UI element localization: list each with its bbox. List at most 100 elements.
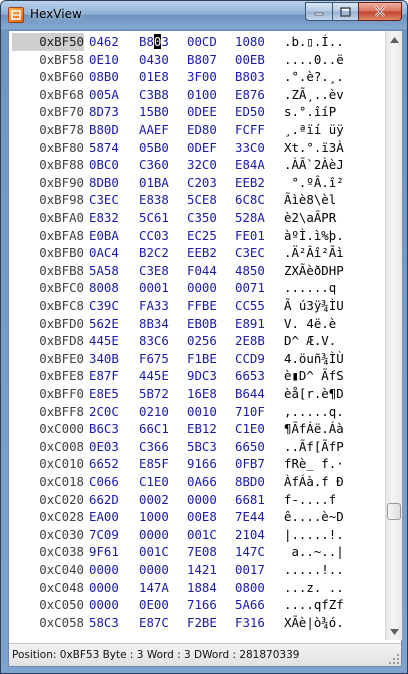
hex-row[interactable]: 0xBF60 08B0 01E8 3F00 B803 .°.è?.¸.	[9, 68, 385, 86]
hex-row[interactable]: 0xBF78 B80D AAEF ED80 FCFF ¸.ªïí üÿ	[9, 121, 385, 139]
hex-word[interactable]: C3EC	[89, 191, 119, 209]
hex-word[interactable]: C3B8	[139, 86, 169, 104]
title-bar[interactable]: HexView	[1, 1, 407, 29]
hex-word[interactable]: C366	[139, 438, 169, 456]
hex-word[interactable]: 1080	[235, 33, 265, 51]
hex-row[interactable]: 0xC058 58C3 E87C F2BE F316 XÃè|ò¾ó.	[9, 614, 385, 632]
hex-word[interactable]: 710F	[235, 403, 265, 421]
hex-word[interactable]: 7E08	[187, 543, 217, 561]
hex-word[interactable]: B644	[235, 385, 265, 403]
hex-row[interactable]: 0xC008 0E03 C366 5BC3 6650 ..Ãf[ÃfP	[9, 438, 385, 456]
hex-word[interactable]: CC03	[139, 227, 169, 245]
row-ascii[interactable]: Xt.°.ï3À	[284, 139, 344, 157]
row-ascii[interactable]: .°.è?.¸.	[284, 68, 344, 86]
hex-word[interactable]: 9F61	[89, 543, 119, 561]
hex-word[interactable]: C203	[187, 174, 217, 192]
hex-row[interactable]: 0xBFC0 8008 0001 0000 0071 ......q	[9, 279, 385, 297]
hex-word[interactable]: 33C0	[235, 139, 265, 157]
hex-row[interactable]: 0xBFA0 E832 5C61 C350 528A è2\aÃPR	[9, 209, 385, 227]
hex-row[interactable]: 0xBFF8 2C0C 0210 0010 710F ,.....q.	[9, 403, 385, 421]
row-ascii[interactable]: ....qfZf	[284, 596, 344, 614]
hex-word[interactable]: 0000	[89, 596, 119, 614]
hex-word[interactable]: 0E03	[89, 438, 119, 456]
hex-word[interactable]: 0800	[235, 579, 265, 597]
hex-word[interactable]: 340B	[89, 350, 119, 368]
hex-row[interactable]: 0xBF90 8DB0 01BA C203 EEB2 °.ºÂ.î²	[9, 174, 385, 192]
row-ascii[interactable]: D^ Æ.V.	[284, 332, 336, 350]
row-ascii[interactable]: a..~..|	[284, 543, 343, 561]
hex-word[interactable]: ED80	[187, 121, 217, 139]
hex-word[interactable]: 1884	[187, 579, 217, 597]
hex-word[interactable]: FA33	[139, 297, 169, 315]
row-ascii[interactable]: ...z. ..	[284, 579, 344, 597]
row-ascii[interactable]: ¶ÃfÁë.Áà	[284, 420, 344, 438]
vertical-scrollbar[interactable]	[385, 31, 402, 640]
hex-word[interactable]: E838	[139, 191, 169, 209]
hex-word[interactable]: B803	[235, 68, 265, 86]
hex-word[interactable]: 0000	[89, 561, 119, 579]
hex-word[interactable]: CCD9	[235, 350, 265, 368]
hex-word[interactable]: 66C1	[139, 420, 169, 438]
hex-row[interactable]: 0xBFF0 E8E5 5B72 16E8 B644 èå[r.è¶D	[9, 385, 385, 403]
row-ascii[interactable]: ......q	[284, 279, 336, 297]
row-ascii[interactable]: ....0..ë	[284, 51, 344, 69]
hex-word[interactable]: 5874	[89, 139, 119, 157]
hex-word[interactable]: EEB2	[235, 174, 265, 192]
row-ascii[interactable]: 4.öuñ¾ÌÙ	[284, 350, 344, 368]
hex-word[interactable]: B803	[139, 33, 169, 51]
row-ascii[interactable]: f-....f	[284, 491, 344, 509]
hex-row[interactable]: 0xBFD8 445E 83C6 0256 2E8B D^ Æ.V.	[9, 332, 385, 350]
scroll-down-button[interactable]	[386, 623, 403, 640]
hex-word[interactable]: E87C	[139, 614, 169, 632]
hex-word[interactable]: 0DEF	[187, 139, 217, 157]
row-ascii[interactable]: èå[r.è¶D	[284, 385, 344, 403]
hex-word[interactable]: FFBE	[187, 297, 217, 315]
hex-row[interactable]: 0xBF98 C3EC E838 5CE8 6C8C Ãìè8\èl	[9, 191, 385, 209]
hex-word[interactable]: E876	[235, 86, 265, 104]
maximize-button[interactable]	[332, 2, 358, 21]
row-ascii[interactable]: ¸.ªïí üÿ	[284, 121, 344, 139]
row-ascii[interactable]: .....!..	[284, 561, 344, 579]
hex-word[interactable]: 0000	[89, 579, 119, 597]
hex-word[interactable]: 8B34	[139, 315, 169, 333]
hex-word[interactable]: C350	[187, 209, 217, 227]
hex-word[interactable]: 0000	[187, 491, 217, 509]
hex-row[interactable]: 0xBFE0 340B F675 F1BE CCD9 4.öuñ¾ÌÙ	[9, 350, 385, 368]
hex-word[interactable]: CC55	[235, 297, 265, 315]
hex-word[interactable]: 8BD0	[235, 473, 265, 491]
hex-word[interactable]: 005A	[89, 86, 119, 104]
hex-word[interactable]: 7C09	[89, 526, 119, 544]
hex-word[interactable]: 1000	[139, 508, 169, 526]
hex-word[interactable]: 7166	[187, 596, 217, 614]
hex-word[interactable]: EEB2	[187, 244, 217, 262]
hex-word[interactable]: E0BA	[89, 227, 119, 245]
hex-row[interactable]: 0xC028 EA00 1000 00E8 7E44 ê....è~D	[9, 508, 385, 526]
hex-word[interactable]: EA00	[89, 508, 119, 526]
hex-word[interactable]: 0A66	[187, 473, 217, 491]
hex-word[interactable]: C3EC	[235, 244, 265, 262]
hex-word[interactable]: 9DC3	[187, 367, 217, 385]
hex-word[interactable]: 5A58	[89, 262, 119, 280]
hex-word[interactable]: 0000	[187, 279, 217, 297]
hex-row[interactable]: 0xBFD0 562E 8B34 EB0B E891 V. 4ë.è	[9, 315, 385, 333]
row-ascii[interactable]: XÃè|ò¾ó.	[284, 614, 344, 632]
hex-word[interactable]: C360	[139, 156, 169, 174]
hex-word[interactable]: C39C	[89, 297, 119, 315]
hex-word[interactable]: EC25	[187, 227, 217, 245]
row-ascii[interactable]: °.ºÂ.î²	[284, 174, 343, 192]
hex-word[interactable]: 15B0	[139, 103, 169, 121]
row-ascii[interactable]: |.....!.	[284, 526, 344, 544]
hex-word[interactable]: 6681	[235, 491, 265, 509]
hex-word[interactable]: 6650	[235, 438, 265, 456]
hex-word[interactable]: 0E00	[139, 596, 169, 614]
hex-word[interactable]: 0010	[187, 403, 217, 421]
hex-word[interactable]: 05B0	[139, 139, 169, 157]
hex-row[interactable]: 0xC038 9F61 001C 7E08 147C a..~..|	[9, 543, 385, 561]
row-ascii[interactable]: àºÌ.ì%þ.	[284, 227, 344, 245]
hex-word[interactable]: 445E	[89, 332, 119, 350]
hex-word[interactable]: 0071	[235, 279, 265, 297]
hex-word[interactable]: E85F	[139, 455, 169, 473]
hex-word[interactable]: 0001	[139, 279, 169, 297]
hex-word[interactable]: 0430	[139, 51, 169, 69]
hex-word[interactable]: 5C61	[139, 209, 169, 227]
